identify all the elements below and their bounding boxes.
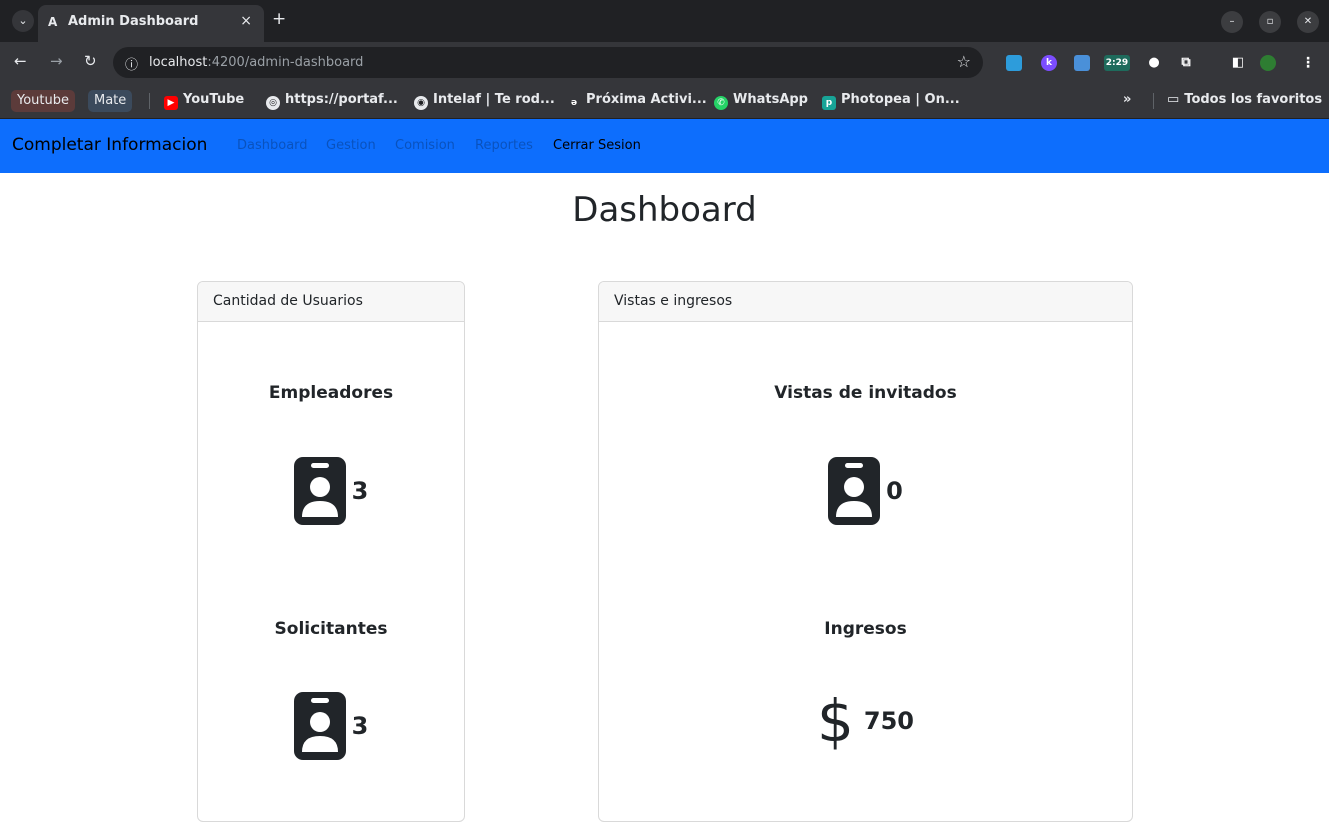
applicants-stat: 3 [198, 692, 464, 760]
extension-icon[interactable] [1006, 55, 1022, 71]
card-header: Cantidad de Usuarios [198, 282, 464, 322]
nav-link-gestion[interactable]: Gestion [326, 138, 376, 153]
page-title: Dashboard [572, 190, 757, 230]
back-icon[interactable]: ← [14, 52, 27, 70]
guest-views-stat: 0 [599, 457, 1132, 525]
bookmark-star-icon[interactable]: ☆ [957, 52, 971, 71]
employers-title: Empleadores [268, 383, 394, 403]
app-navbar: Completar Informacion Dashboard Gestion … [0, 119, 1329, 173]
currency-dollar-icon: $ [816, 687, 854, 755]
k-extension-icon[interactable]: k [1041, 55, 1057, 71]
employers-count: 3 [351, 477, 369, 505]
bookmark-separator [149, 93, 150, 109]
bookmark-youtube[interactable]: ▶ YouTube [164, 92, 244, 110]
views-income-card: Vistas e ingresos Vistas de invitados 0 … [598, 281, 1133, 822]
tab-close-icon[interactable]: × [240, 13, 252, 29]
tab-title: Admin Dashboard [68, 14, 199, 29]
person-badge-icon [828, 457, 881, 525]
extensions-puzzle-icon[interactable]: ⧉ [1178, 55, 1194, 71]
bookmark-photopea[interactable]: p Photopea | On... [822, 92, 960, 110]
site-info-icon[interactable]: ⓘ [125, 54, 138, 73]
new-tab-button[interactable]: + [272, 9, 286, 29]
restore-icon[interactable]: ▫ [1259, 11, 1281, 33]
url-text[interactable]: localhost:4200/admin-dashboard [149, 55, 363, 70]
employers-stat: 3 [198, 457, 464, 525]
chrome-menu-icon[interactable]: ⋮ [1300, 55, 1316, 71]
forward-icon[interactable]: → [50, 52, 63, 70]
address-bar[interactable]: ⓘ localhost:4200/admin-dashboard ☆ [113, 47, 983, 78]
angular-favicon-icon: A [48, 15, 58, 29]
bookmark-intelaf[interactable]: ◉ Intelaf | Te rod... [414, 92, 555, 110]
timer-extension-icon[interactable]: 2:29 [1104, 55, 1130, 71]
all-bookmarks-folder[interactable]: ▭ Todos los favoritos [1167, 92, 1322, 107]
nav-link-cerrar-sesion[interactable]: Cerrar Sesion [553, 138, 641, 153]
navbar-brand[interactable]: Completar Informacion [12, 135, 207, 155]
browser-tab[interactable]: A Admin Dashboard × [38, 5, 264, 42]
bookmark-folder-youtube[interactable]: Youtube [11, 90, 75, 112]
nav-link-reportes[interactable]: Reportes [475, 138, 533, 153]
intelaf-icon: ◉ [414, 96, 428, 110]
photopea-icon: p [822, 96, 836, 110]
income-amount: 750 [863, 707, 914, 735]
translate-extension-icon[interactable] [1074, 55, 1090, 71]
browser-toolbar: ← → ↻ ⓘ localhost:4200/admin-dashboard ☆… [0, 42, 1329, 83]
minimize-icon[interactable]: – [1221, 11, 1243, 33]
a-logo-icon: ə [570, 98, 578, 108]
nav-link-dashboard[interactable]: Dashboard [237, 138, 308, 153]
bookmark-proxima-actividad[interactable]: ə Próxima Activi... [567, 92, 707, 110]
guest-views-count: 0 [886, 477, 903, 505]
profile-avatar[interactable] [1260, 55, 1276, 71]
card-header: Vistas e ingresos [599, 282, 1132, 322]
side-panel-icon[interactable]: ◧ [1230, 55, 1246, 71]
browser-tab-strip: ⌄ A Admin Dashboard × + – ▫ ✕ [0, 0, 1329, 42]
circle-extension-icon[interactable]: ● [1146, 55, 1162, 71]
bookmark-whatsapp[interactable]: ✆ WhatsApp [714, 92, 808, 110]
person-badge-icon [293, 457, 346, 525]
tab-search-icon[interactable]: ⌄ [12, 10, 34, 32]
nav-link-comision[interactable]: Comision [395, 138, 455, 153]
income-stat: $ 750 [599, 692, 1132, 750]
close-window-icon[interactable]: ✕ [1297, 11, 1319, 33]
folder-icon: ▭ [1167, 92, 1180, 107]
person-badge-icon [293, 692, 346, 760]
applicants-count: 3 [351, 712, 369, 740]
bookmark-folder-mate[interactable]: Mate [88, 90, 133, 112]
whatsapp-icon: ✆ [714, 96, 728, 110]
globe-icon: ◎ [266, 96, 280, 110]
income-title: Ingresos [824, 619, 907, 639]
applicants-title: Solicitantes [274, 619, 388, 639]
bookmarks-overflow-icon[interactable]: » [1123, 92, 1131, 107]
bookmarks-bar: Youtube Mate ▶ YouTube ◎ https://portaf...… [0, 83, 1329, 119]
bookmark-portafolio[interactable]: ◎ https://portaf... [266, 92, 398, 110]
bookmark-separator [1153, 93, 1154, 109]
youtube-icon: ▶ [164, 96, 178, 110]
guest-views-title: Vistas de invitados [774, 383, 957, 403]
users-count-card: Cantidad de Usuarios Empleadores 3 Solic… [197, 281, 465, 822]
reload-icon[interactable]: ↻ [84, 52, 97, 70]
